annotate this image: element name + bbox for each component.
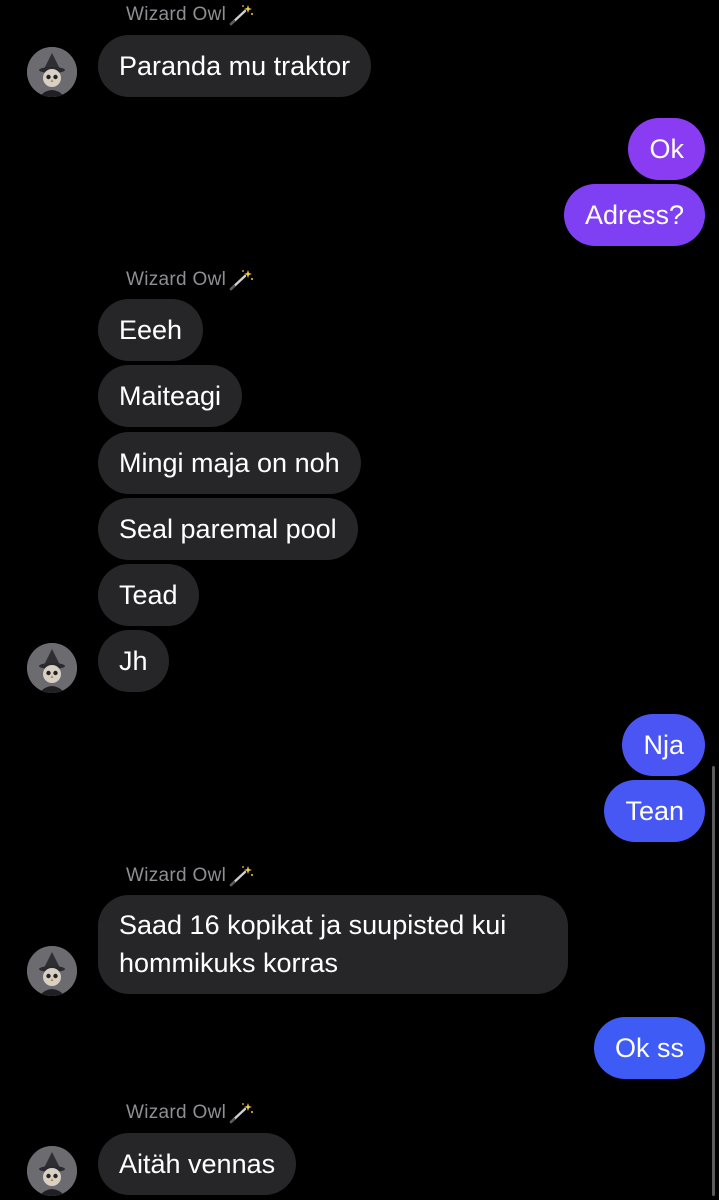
wizard-owl-avatar-icon: [27, 1146, 77, 1196]
received-message[interactable]: Eeeh: [98, 299, 204, 361]
sent-message[interactable]: Adress?: [563, 184, 705, 246]
sender-name: Wizard Owl: [126, 269, 254, 291]
magic-wand-icon: [229, 866, 254, 887]
sender-name-text: Wizard Owl: [126, 1102, 227, 1123]
magic-wand-icon: [229, 270, 254, 291]
avatar[interactable]: [27, 1146, 77, 1196]
wizard-owl-avatar-icon: [27, 946, 77, 996]
magic-wand-icon: [229, 5, 254, 26]
scrollbar[interactable]: [712, 766, 715, 1196]
sender-name-text: Wizard Owl: [126, 269, 227, 290]
sent-message[interactable]: Nja: [622, 714, 705, 776]
sender-name-text: Wizard Owl: [126, 865, 227, 886]
sent-message[interactable]: Tean: [604, 780, 705, 842]
received-message[interactable]: Jh: [98, 630, 169, 692]
received-message[interactable]: Maiteagi: [98, 365, 243, 427]
wizard-owl-avatar-icon: [27, 47, 77, 97]
sender-name-text: Wizard Owl: [126, 4, 227, 25]
sent-message[interactable]: Ok: [628, 118, 705, 180]
received-message[interactable]: Aitäh vennas: [98, 1133, 297, 1195]
received-message[interactable]: Mingi maja on noh: [98, 432, 361, 494]
wizard-owl-avatar-icon: [27, 643, 77, 693]
avatar[interactable]: [27, 47, 77, 97]
sent-message[interactable]: Ok ss: [593, 1017, 705, 1079]
received-message[interactable]: Tead: [98, 564, 199, 626]
avatar[interactable]: [27, 643, 77, 693]
magic-wand-icon: [229, 1103, 254, 1124]
sender-name: Wizard Owl: [126, 865, 254, 887]
received-message[interactable]: Saad 16 kopikat ja suupisted kui hommiku…: [98, 895, 568, 994]
sender-name: Wizard Owl: [126, 1102, 254, 1124]
sender-name: Wizard Owl: [126, 4, 254, 26]
avatar[interactable]: [27, 946, 77, 996]
received-message[interactable]: Seal paremal pool: [98, 498, 358, 560]
received-message[interactable]: Paranda mu traktor: [98, 35, 372, 97]
